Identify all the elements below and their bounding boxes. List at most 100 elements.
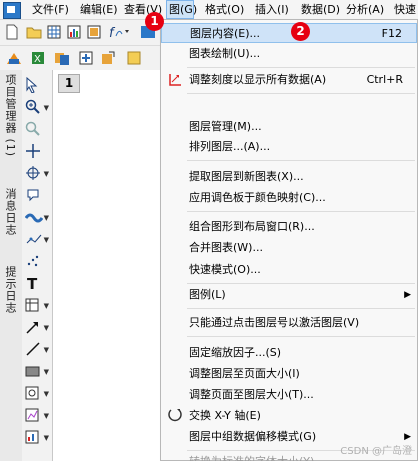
rescale-axes-icon [169, 74, 181, 86]
rectangle-icon [25, 366, 40, 377]
insert-table-tool[interactable]: ▼ [25, 296, 49, 314]
graph-workspace[interactable] [53, 70, 160, 461]
layer-number-tab[interactable]: 1 [58, 74, 80, 93]
menu-item-legend[interactable]: 图例(L) ▶ [161, 285, 417, 305]
svg-text:X: X [34, 54, 41, 65]
insert-graph-tool[interactable]: ▼ [25, 428, 49, 446]
menu-item-label: 调整页面至图层大小(T)... [189, 388, 314, 401]
menu-item-label: 图层中组数据偏移模式(G) [189, 430, 317, 443]
region-tool[interactable]: ▼ [25, 384, 49, 402]
export-icon[interactable] [100, 50, 116, 66]
app-icon[interactable] [3, 2, 21, 19]
menu-divider [187, 93, 415, 94]
arrow-tool[interactable]: ▼ [25, 318, 49, 336]
line-icon [26, 342, 40, 356]
pointer-tool[interactable] [25, 76, 49, 94]
menu-item-label: 排列图层...(A)... [189, 140, 271, 153]
menu-item-activate-layer-by-icon[interactable]: 只能通过点击图层号以激活图层(V) [161, 313, 417, 333]
menu-bar: 文件(F) 编辑(E) 查看(V) 图(G) 格式(O) 插入(I) 数据(D)… [0, 0, 418, 20]
insert-graph-icon [25, 430, 39, 444]
menu-item-plot-details[interactable]: 图表绘制(U)... [161, 44, 417, 64]
menu-item-apply-palette[interactable]: 应用调色板于颜色映射(C)... [161, 188, 417, 208]
menu-divider [187, 283, 415, 284]
menu-analysis[interactable]: 分析(A) [344, 0, 386, 19]
menu-item-label: 转换为标准的字体大小(Y) [189, 452, 314, 461]
new-function-icon[interactable]: f [108, 24, 130, 40]
new-project-icon[interactable] [4, 24, 20, 40]
new-matrix-icon[interactable] [86, 24, 102, 40]
zoom-out-tool[interactable] [25, 120, 49, 138]
tab-messages-log[interactable]: 消息日志 [2, 188, 19, 236]
add-graph-object-tool[interactable]: ▼ [25, 406, 49, 424]
menu-item-label: 图表绘制(U)... [189, 47, 261, 60]
menu-item-merge-graphs[interactable]: 合并图表(W)... [161, 238, 417, 258]
menu-item-fix-scale-factor[interactable]: 固定缩放因子...(S) [161, 343, 417, 363]
import-excel-icon[interactable]: X [30, 50, 46, 66]
step-badge-1: 1 [145, 12, 164, 31]
crosshair-icon [26, 144, 40, 158]
import-multiple-icon[interactable] [54, 50, 70, 66]
mask-tool[interactable]: ▼ [25, 230, 49, 248]
rescale-icon[interactable] [6, 50, 22, 66]
shortcut-label: Ctrl+R [366, 73, 403, 86]
menu-item-label: 调整刻度以显示所有数据(A) [189, 73, 327, 86]
draw-data-icon [27, 255, 39, 267]
new-folder-icon[interactable] [26, 24, 42, 40]
menu-graph[interactable]: 图(G) [166, 0, 197, 19]
step-badge-2: 2 [291, 22, 310, 41]
menu-divider [187, 211, 415, 212]
import-wizard-icon[interactable] [78, 50, 94, 66]
menu-divider [187, 160, 415, 161]
new-worksheet-icon[interactable] [46, 24, 62, 40]
menu-item-exchange-xy-axis[interactable]: 交换 X-Y 轴(E) [161, 406, 417, 426]
menu-file[interactable]: 文件(F) [30, 0, 71, 19]
submenu-arrow-icon: ▶ [404, 290, 411, 300]
menu-item-label: 固定缩放因子...(S) [189, 346, 282, 359]
menu-item-merge-to-layout[interactable]: 组合图形到布局窗口(R)... [161, 217, 417, 237]
menu-format[interactable]: 格式(O) [203, 0, 246, 19]
menu-item-extract-to-graphs[interactable]: 提取图层到新图表(X)... [161, 167, 417, 187]
graph-menu-dropdown: 图层内容(E)... F12 图表绘制(U)... 调整刻度以显示所有数据(A)… [160, 19, 418, 461]
pointer-icon [26, 77, 38, 93]
menu-quick[interactable]: 快速 [392, 0, 418, 19]
menu-item-label: 只能通过点击图层号以激活图层(V) [189, 316, 360, 329]
screen-reader-tool[interactable] [25, 142, 49, 160]
menu-item-fit-layer-to-page[interactable]: 调整图层至页面大小(I) [161, 364, 417, 384]
docked-panel-tabs: 项目管理器 (1) 消息日志 提示日志 [0, 70, 23, 461]
menu-item-label: 合并图表(W)... [189, 241, 263, 254]
tab-hints-log[interactable]: 提示日志 [2, 266, 19, 314]
data-reader-tool[interactable]: ▼ [25, 164, 49, 182]
rectangle-tool[interactable]: ▼ [25, 362, 49, 380]
region-icon [25, 386, 39, 400]
mask-icon [26, 234, 42, 244]
menu-item-speed-mode[interactable]: 快速模式(O)... [161, 260, 417, 280]
menu-item-layer-contents[interactable]: 图层内容(E)... F12 [161, 23, 417, 43]
line-tool[interactable]: ▼ [25, 340, 49, 358]
draw-data-tool[interactable] [25, 252, 49, 270]
data-selector-icon [25, 213, 43, 223]
menu-data[interactable]: 数据(D) [299, 0, 342, 19]
menu-divider [187, 308, 415, 309]
menu-item-arrange-layers[interactable]: 排列图层...(A)... [161, 137, 417, 157]
menu-divider [187, 336, 415, 337]
svg-text:f: f [109, 26, 116, 40]
text-tool[interactable]: T [25, 274, 49, 292]
tab-project-explorer[interactable]: 项目管理器 (1) [2, 74, 19, 157]
menu-item-label: 图层管理(M)... [189, 120, 262, 133]
shortcut-label: F12 [381, 27, 402, 40]
refresh-icon[interactable] [126, 50, 142, 66]
graph-object-icon [25, 408, 39, 422]
watermark: CSDN @广岛澄 [340, 446, 412, 457]
data-selector-tool[interactable]: ▼ [25, 208, 49, 226]
menu-item-rescale-to-show-all[interactable]: 调整刻度以显示所有数据(A) Ctrl+R [161, 70, 417, 90]
zoom-in-icon [25, 99, 40, 114]
zoom-in-tool[interactable]: ▼ [25, 98, 49, 116]
new-graph-icon[interactable] [66, 24, 82, 40]
menu-item-fit-page-to-layers[interactable]: 调整页面至图层大小(T)... [161, 385, 417, 405]
menu-item-layer-management[interactable]: 图层管理(M)... [161, 117, 417, 137]
menu-edit[interactable]: 编辑(E) [78, 0, 120, 19]
arrow-icon [26, 322, 38, 334]
annotation-tool[interactable] [25, 186, 49, 204]
menu-insert[interactable]: 插入(I) [253, 0, 291, 19]
menu-item-label: 应用调色板于颜色映射(C)... [189, 191, 326, 204]
